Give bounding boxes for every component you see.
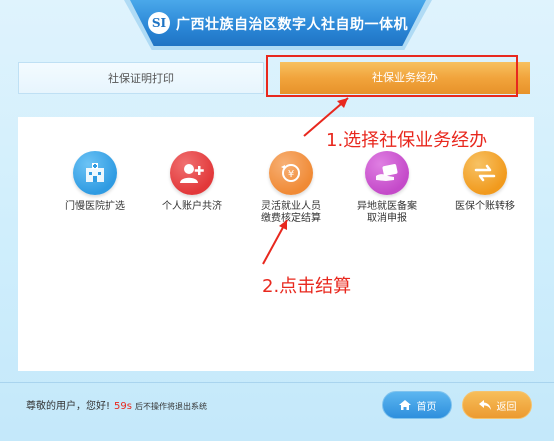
countdown-timer: 59s bbox=[114, 401, 132, 412]
annotation-step2: 2.点击结算 bbox=[262, 276, 352, 297]
hospital-icon bbox=[73, 151, 117, 195]
money-refund-icon: ¥ bbox=[269, 151, 313, 195]
hand-card-icon bbox=[365, 151, 409, 195]
exit-notice: 后不操作将退出系统 bbox=[134, 402, 207, 411]
home-button-label: 首页 bbox=[416, 401, 437, 413]
service-label-line1: 异地就医备案 bbox=[357, 201, 417, 212]
tab-certificate-print[interactable]: 社保证明打印 bbox=[18, 62, 264, 94]
footer-divider bbox=[0, 382, 554, 383]
greeting-text: 尊敬的用户，您好! bbox=[26, 401, 111, 412]
annotation-arrow-step2 bbox=[262, 219, 288, 265]
service-remote-medical-cancel[interactable]: 异地就医备案 取消申报 bbox=[342, 151, 432, 225]
annotation-step1: 1.选择社保业务经办 bbox=[326, 130, 488, 151]
service-label-line2: 取消申报 bbox=[367, 213, 407, 224]
service-clinic-expand[interactable]: 门慢医院扩选 bbox=[50, 151, 140, 213]
user-add-icon bbox=[170, 151, 214, 195]
service-label: 医保个账转移 bbox=[455, 201, 515, 212]
footer-greeting: 尊敬的用户，您好! 59s 后不操作将退出系统 bbox=[26, 397, 207, 412]
service-label: 异地就医备案 取消申报 bbox=[342, 201, 432, 225]
service-medical-account-transfer[interactable]: 医保个账转移 bbox=[440, 151, 530, 213]
service-label: 个人账户共济 bbox=[162, 201, 222, 212]
service-label: 门慢医院扩选 bbox=[65, 201, 125, 212]
svg-text:¥: ¥ bbox=[288, 169, 294, 180]
service-account-mutual-aid[interactable]: 个人账户共济 bbox=[147, 151, 237, 213]
back-arrow-icon bbox=[478, 400, 491, 410]
back-button-label: 返回 bbox=[496, 401, 517, 413]
back-button[interactable]: 返回 bbox=[462, 391, 532, 419]
annotation-highlight-box bbox=[266, 55, 518, 97]
page-title: 广西壮族自治区数字人社自助一体机 bbox=[176, 17, 408, 33]
transfer-arrows-icon bbox=[463, 151, 507, 195]
home-button[interactable]: 首页 bbox=[382, 391, 452, 419]
home-icon bbox=[398, 400, 411, 410]
social-insurance-logo: SI bbox=[148, 12, 170, 34]
